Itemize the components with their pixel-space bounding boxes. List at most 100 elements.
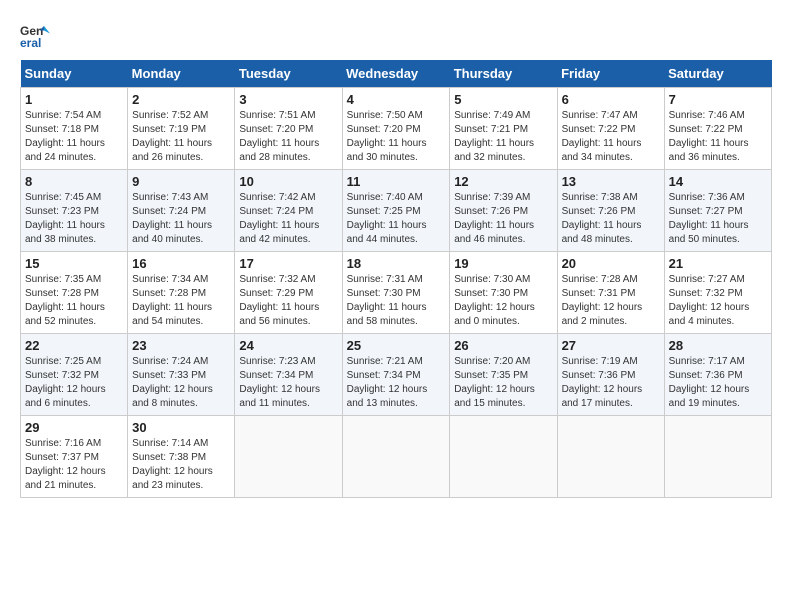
day-number: 15 (25, 256, 123, 271)
day-number: 4 (347, 92, 446, 107)
calendar-cell: 8 Sunrise: 7:45 AMSunset: 7:23 PMDaylight… (21, 170, 128, 252)
calendar-cell: 1 Sunrise: 7:54 AMSunset: 7:18 PMDaylight… (21, 88, 128, 170)
day-number: 28 (669, 338, 767, 353)
calendar-cell: 26 Sunrise: 7:20 AMSunset: 7:35 PMDayligh… (450, 334, 557, 416)
day-number: 18 (347, 256, 446, 271)
day-info: Sunrise: 7:19 AMSunset: 7:36 PMDaylight:… (562, 356, 643, 409)
page-header: Gen eral (20, 20, 772, 50)
day-number: 5 (454, 92, 552, 107)
day-number: 14 (669, 174, 767, 189)
calendar-cell: 5 Sunrise: 7:49 AMSunset: 7:21 PMDaylight… (450, 88, 557, 170)
day-number: 26 (454, 338, 552, 353)
day-info: Sunrise: 7:14 AMSunset: 7:38 PMDaylight:… (132, 438, 213, 491)
day-info: Sunrise: 7:25 AMSunset: 7:32 PMDaylight:… (25, 356, 106, 409)
day-info: Sunrise: 7:52 AMSunset: 7:19 PMDaylight:… (132, 110, 212, 163)
calendar-table: SundayMondayTuesdayWednesdayThursdayFrid… (20, 60, 772, 498)
calendar-cell: 2 Sunrise: 7:52 AMSunset: 7:19 PMDaylight… (128, 88, 235, 170)
calendar-cell: 7 Sunrise: 7:46 AMSunset: 7:22 PMDaylight… (664, 88, 771, 170)
day-info: Sunrise: 7:39 AMSunset: 7:26 PMDaylight:… (454, 192, 534, 245)
day-number: 16 (132, 256, 230, 271)
day-info: Sunrise: 7:27 AMSunset: 7:32 PMDaylight:… (669, 274, 750, 327)
calendar-cell (342, 416, 450, 498)
calendar-cell: 9 Sunrise: 7:43 AMSunset: 7:24 PMDaylight… (128, 170, 235, 252)
day-info: Sunrise: 7:46 AMSunset: 7:22 PMDaylight:… (669, 110, 749, 163)
calendar-cell: 18 Sunrise: 7:31 AMSunset: 7:30 PMDayligh… (342, 252, 450, 334)
day-info: Sunrise: 7:42 AMSunset: 7:24 PMDaylight:… (239, 192, 319, 245)
calendar-cell (557, 416, 664, 498)
calendar-cell: 21 Sunrise: 7:27 AMSunset: 7:32 PMDayligh… (664, 252, 771, 334)
calendar-cell: 30 Sunrise: 7:14 AMSunset: 7:38 PMDayligh… (128, 416, 235, 498)
calendar-cell: 29 Sunrise: 7:16 AMSunset: 7:37 PMDayligh… (21, 416, 128, 498)
day-info: Sunrise: 7:34 AMSunset: 7:28 PMDaylight:… (132, 274, 212, 327)
calendar-cell: 17 Sunrise: 7:32 AMSunset: 7:29 PMDayligh… (235, 252, 342, 334)
calendar-cell (664, 416, 771, 498)
calendar-cell: 10 Sunrise: 7:42 AMSunset: 7:24 PMDayligh… (235, 170, 342, 252)
calendar-cell: 28 Sunrise: 7:17 AMSunset: 7:36 PMDayligh… (664, 334, 771, 416)
day-info: Sunrise: 7:47 AMSunset: 7:22 PMDaylight:… (562, 110, 642, 163)
day-info: Sunrise: 7:49 AMSunset: 7:21 PMDaylight:… (454, 110, 534, 163)
day-info: Sunrise: 7:43 AMSunset: 7:24 PMDaylight:… (132, 192, 212, 245)
day-info: Sunrise: 7:51 AMSunset: 7:20 PMDaylight:… (239, 110, 319, 163)
day-info: Sunrise: 7:54 AMSunset: 7:18 PMDaylight:… (25, 110, 105, 163)
day-number: 13 (562, 174, 660, 189)
calendar-cell: 23Sunrise: 7:24 AMSunset: 7:33 PMDayligh… (128, 334, 235, 416)
day-info: Sunrise: 7:32 AMSunset: 7:29 PMDaylight:… (239, 274, 319, 327)
calendar-cell: 11 Sunrise: 7:40 AMSunset: 7:25 PMDayligh… (342, 170, 450, 252)
day-number: 22 (25, 338, 123, 353)
weekday-header-tuesday: Tuesday (235, 60, 342, 88)
day-number: 2 (132, 92, 230, 107)
weekday-header-sunday: Sunday (21, 60, 128, 88)
day-number: 12 (454, 174, 552, 189)
day-info: Sunrise: 7:20 AMSunset: 7:35 PMDaylight:… (454, 356, 535, 409)
logo: Gen eral (20, 20, 54, 50)
day-number: 17 (239, 256, 337, 271)
day-number: 1 (25, 92, 123, 107)
day-number: 7 (669, 92, 767, 107)
day-info: Sunrise: 7:35 AMSunset: 7:28 PMDaylight:… (25, 274, 105, 327)
day-info: Sunrise: 7:40 AMSunset: 7:25 PMDaylight:… (347, 192, 427, 245)
logo-icon: Gen eral (20, 20, 50, 50)
day-number: 8 (25, 174, 123, 189)
day-number: 20 (562, 256, 660, 271)
weekday-header-thursday: Thursday (450, 60, 557, 88)
day-info: Sunrise: 7:24 AMSunset: 7:33 PMDaylight:… (132, 356, 213, 409)
calendar-cell: 24Sunrise: 7:23 AMSunset: 7:34 PMDayligh… (235, 334, 342, 416)
weekday-header-saturday: Saturday (664, 60, 771, 88)
day-info: Sunrise: 7:28 AMSunset: 7:31 PMDaylight:… (562, 274, 643, 327)
svg-text:eral: eral (20, 36, 41, 50)
calendar-cell: 16 Sunrise: 7:34 AMSunset: 7:28 PMDayligh… (128, 252, 235, 334)
calendar-cell: 14 Sunrise: 7:36 AMSunset: 7:27 PMDayligh… (664, 170, 771, 252)
day-number: 11 (347, 174, 446, 189)
day-info: Sunrise: 7:50 AMSunset: 7:20 PMDaylight:… (347, 110, 427, 163)
weekday-header-monday: Monday (128, 60, 235, 88)
day-number: 25 (347, 338, 446, 353)
calendar-cell (450, 416, 557, 498)
calendar-cell: 27 Sunrise: 7:19 AMSunset: 7:36 PMDayligh… (557, 334, 664, 416)
calendar-cell: 3 Sunrise: 7:51 AMSunset: 7:20 PMDaylight… (235, 88, 342, 170)
calendar-cell: 13 Sunrise: 7:38 AMSunset: 7:26 PMDayligh… (557, 170, 664, 252)
calendar-cell: 6 Sunrise: 7:47 AMSunset: 7:22 PMDaylight… (557, 88, 664, 170)
calendar-cell: 25 Sunrise: 7:21 AMSunset: 7:34 PMDayligh… (342, 334, 450, 416)
day-number: 30 (132, 420, 230, 435)
calendar-cell: 20 Sunrise: 7:28 AMSunset: 7:31 PMDayligh… (557, 252, 664, 334)
day-info: Sunrise: 7:31 AMSunset: 7:30 PMDaylight:… (347, 274, 427, 327)
day-number: 9 (132, 174, 230, 189)
calendar-cell (235, 416, 342, 498)
day-info: Sunrise: 7:38 AMSunset: 7:26 PMDaylight:… (562, 192, 642, 245)
day-info: Sunrise: 7:17 AMSunset: 7:36 PMDaylight:… (669, 356, 750, 409)
day-number: 3 (239, 92, 337, 107)
day-info: Sunrise: 7:16 AMSunset: 7:37 PMDaylight:… (25, 438, 106, 491)
calendar-cell: 12 Sunrise: 7:39 AMSunset: 7:26 PMDayligh… (450, 170, 557, 252)
day-number: 27 (562, 338, 660, 353)
calendar-cell: 15 Sunrise: 7:35 AMSunset: 7:28 PMDayligh… (21, 252, 128, 334)
day-number: 21 (669, 256, 767, 271)
day-number: 19 (454, 256, 552, 271)
day-info: Sunrise: 7:23 AMSunset: 7:34 PMDaylight:… (239, 356, 320, 409)
day-info: Sunrise: 7:36 AMSunset: 7:27 PMDaylight:… (669, 192, 749, 245)
day-info: Sunrise: 7:45 AMSunset: 7:23 PMDaylight:… (25, 192, 105, 245)
day-number: 10 (239, 174, 337, 189)
day-info: Sunrise: 7:30 AMSunset: 7:30 PMDaylight:… (454, 274, 535, 327)
day-info: Sunrise: 7:21 AMSunset: 7:34 PMDaylight:… (347, 356, 428, 409)
day-number: 6 (562, 92, 660, 107)
day-number: 29 (25, 420, 123, 435)
